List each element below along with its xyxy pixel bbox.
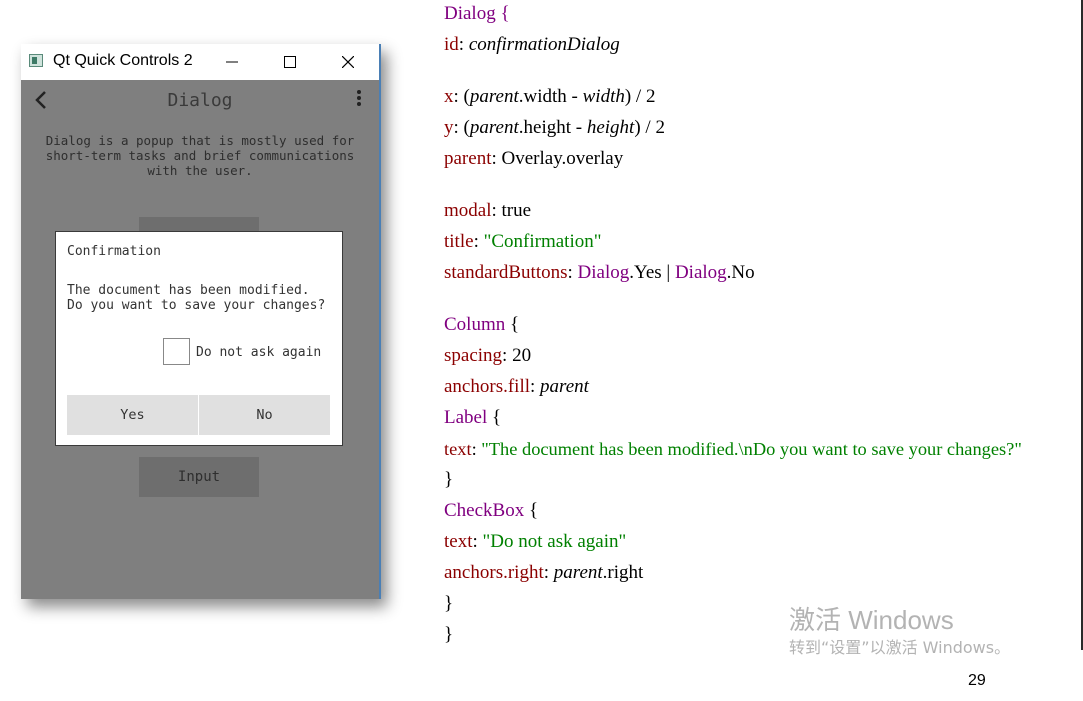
do-not-ask-checkbox[interactable] <box>163 338 190 365</box>
code-line: CheckBox { <box>444 497 538 525</box>
code-prop: anchors.right <box>444 562 544 583</box>
code-prop: y <box>444 117 454 138</box>
no-button[interactable]: No <box>199 395 330 435</box>
code-value: ) / 2 <box>634 117 665 138</box>
code-value: ) / 2 <box>624 86 656 107</box>
code-value: parent <box>540 376 589 397</box>
code-line: title: "Confirmation" <box>444 231 602 252</box>
code-value: confirmationDialog <box>468 34 620 55</box>
code-string: "The document has been modified.\nDo you… <box>481 439 1022 459</box>
code-string: "Confirmation" <box>483 231 602 252</box>
code-value: .height - <box>518 117 587 138</box>
code-brace: { <box>487 407 502 428</box>
code-value: .No <box>726 262 755 283</box>
maximize-button[interactable] <box>267 44 313 80</box>
code-line: standardButtons: Dialog.Yes | Dialog.No <box>444 262 755 283</box>
code-line: spacing: 20 <box>444 345 532 366</box>
code-type: Dialog <box>674 262 727 283</box>
code-value: width <box>582 86 625 107</box>
app-icon <box>29 54 43 67</box>
code-value: height <box>586 117 635 138</box>
code-line: Column { <box>444 311 519 339</box>
toolbar-title: Dialog <box>167 90 233 111</box>
code-prop: modal <box>444 200 492 221</box>
code-line: } <box>444 624 454 645</box>
code-value: 20 <box>512 345 532 366</box>
confirmation-dialog: Confirmation The document has been modif… <box>55 231 343 446</box>
code-line: Dialog { <box>444 0 510 28</box>
minimize-icon <box>226 61 238 63</box>
checkbox-label[interactable]: Do not ask again <box>196 345 321 360</box>
code-prop: anchors.fill <box>444 376 531 397</box>
code-prop: parent <box>444 148 492 169</box>
code-type: Dialog <box>444 3 496 24</box>
page-number: 29 <box>968 672 986 689</box>
page-description: Dialog is a popup that is mostly used fo… <box>45 133 355 178</box>
code-prop: spacing <box>444 345 503 366</box>
more-vert-icon[interactable] <box>349 88 369 112</box>
qt-window: Qt Quick Controls 2 Dialog Dialog is a p… <box>21 44 381 599</box>
dialog-title: Confirmation <box>67 244 161 259</box>
code-prop: standardButtons <box>444 262 568 283</box>
code-prop: id <box>444 34 459 55</box>
code-brace: { <box>524 500 539 521</box>
yes-button[interactable]: Yes <box>67 395 198 435</box>
code-line: Label { <box>444 404 501 432</box>
close-button[interactable] <box>325 44 371 80</box>
code-brace: { <box>495 3 510 24</box>
code-value: .width - <box>518 86 583 107</box>
code-line: parent: Overlay.overlay <box>444 148 624 169</box>
code-line: text: "The document has been modified.\n… <box>444 439 1022 459</box>
window-title: Qt Quick Controls 2 <box>53 52 193 69</box>
code-line: } <box>444 593 454 614</box>
code-type: Label <box>444 407 488 428</box>
app-toolbar: Dialog <box>21 80 379 120</box>
code-line: anchors.right: parent.right <box>444 562 644 583</box>
code-prop: text <box>444 439 472 459</box>
code-line: } <box>444 469 454 490</box>
code-line: text: "Do not ask again" <box>444 531 627 552</box>
code-value: .right <box>602 562 644 583</box>
code-value: parent <box>469 117 519 138</box>
activation-watermark-subtitle: 转到“设置”以激活 Windows。 <box>789 638 1011 657</box>
code-prop: text <box>444 531 473 552</box>
dialog-message: The document has been modified. Do you w… <box>67 283 326 313</box>
window-titlebar[interactable]: Qt Quick Controls 2 <box>21 44 379 80</box>
code-type: CheckBox <box>444 500 525 521</box>
code-line: y: (parent.height - height) / 2 <box>444 117 665 138</box>
input-button[interactable]: Input <box>139 457 259 497</box>
code-string: "Do not ask again" <box>482 531 627 552</box>
activation-watermark-title: 激活 Windows <box>789 605 954 635</box>
code-value: parent <box>553 562 603 583</box>
code-type: Dialog <box>577 262 630 283</box>
code-value: Overlay.overlay <box>501 148 624 169</box>
code-brace: { <box>505 314 520 335</box>
code-line: id: confirmationDialog <box>444 34 620 55</box>
code-value: parent <box>469 86 519 107</box>
code-value: true <box>501 200 532 221</box>
code-prop: x <box>444 86 454 107</box>
code-line: anchors.fill: parent <box>444 376 589 397</box>
close-icon <box>342 56 354 68</box>
code-line: modal: true <box>444 200 532 221</box>
code-value: .Yes | <box>629 262 675 283</box>
minimize-button[interactable] <box>209 44 255 80</box>
maximize-icon <box>284 56 296 68</box>
code-prop: title <box>444 231 474 252</box>
code-type: Column <box>444 314 506 335</box>
code-line: x: (parent.width - width) / 2 <box>444 86 656 107</box>
